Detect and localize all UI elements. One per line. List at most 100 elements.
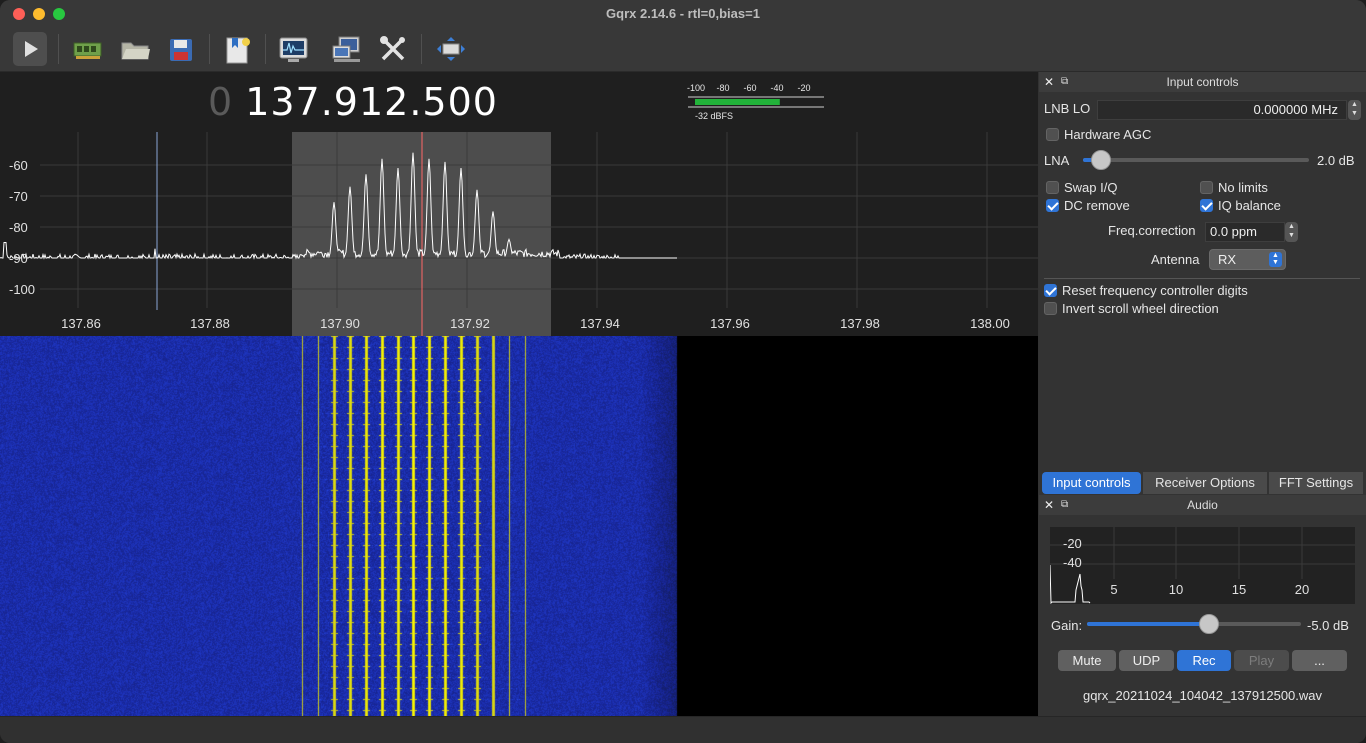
invert-scroll-label: Invert scroll wheel direction	[1062, 301, 1219, 316]
load-settings-button[interactable]	[118, 32, 152, 66]
tab-input-controls[interactable]: Input controls	[1042, 472, 1141, 494]
fullscreen-button[interactable]	[434, 32, 468, 66]
iq-balance-checkbox[interactable]	[1200, 199, 1213, 212]
bookmarks-button[interactable]	[220, 32, 254, 66]
start-dsp-button[interactable]	[13, 32, 47, 66]
meter-level-bar	[695, 99, 780, 105]
fft-icon	[279, 37, 308, 62]
audio-fft-plot: -20 -40 5 10 15 20	[1050, 527, 1355, 604]
fft-view-button[interactable]	[276, 32, 310, 66]
swap-iq-checkbox[interactable]	[1046, 181, 1059, 194]
spectrum-plot[interactable]: -60 -70 -80 -90 -100 137.86 137.88 137.90 137.9…	[0, 132, 1038, 336]
tab-fft-settings[interactable]: FFT Settings	[1269, 472, 1363, 494]
audio-header: ✕ ⧉ Audio	[1039, 495, 1366, 515]
recording-filename: gqrx_20211024_104042_137912500.wav	[1082, 688, 1323, 703]
settings-button[interactable]	[376, 32, 410, 66]
antenna-value: RX	[1218, 252, 1237, 267]
spectrum-y-tick: -60	[9, 158, 28, 173]
audio-x-tick: 5	[1110, 582, 1117, 597]
chevron-down-icon: ▲ ▼	[1269, 252, 1282, 267]
minimize-window-button[interactable]	[33, 8, 45, 20]
remote-control-icon	[332, 36, 360, 62]
spectrum-y-labels: -60 -70 -80 -90 -100	[9, 158, 35, 297]
spectrum-y-tick: -90	[9, 251, 28, 266]
antenna-label: Antenna	[1151, 252, 1200, 267]
play-button[interactable]: Play	[1234, 650, 1289, 671]
lna-gain-value: 2.0 dB	[1317, 153, 1355, 168]
play-icon	[25, 41, 38, 57]
no-limits-checkbox[interactable]	[1200, 181, 1213, 194]
no-limits-label: No limits	[1218, 180, 1268, 195]
lnb-lo-label: LNB LO	[1044, 101, 1091, 116]
settings-icon	[380, 36, 405, 61]
antenna-select[interactable]: RX ▲ ▼	[1209, 249, 1286, 270]
meter-readout: -32 dBFS	[695, 111, 733, 121]
audio-x-tick: 20	[1295, 582, 1309, 597]
signal-meter: -100-80-60-40-200 -32 dBFS	[687, 83, 824, 121]
frequency-value[interactable]: 137.912.500	[245, 80, 498, 124]
float-icon[interactable]: ⧉	[1061, 495, 1068, 515]
main-plot-area: 0137.912.500 -100-80-60-40-200 -32 dBFS …	[0, 72, 1038, 716]
spectrum-x-tick: 137.96	[710, 316, 750, 331]
meter-tick-label: -20	[797, 83, 810, 93]
waterfall-display[interactable]	[0, 336, 1038, 716]
freq-correction-input[interactable]: 0.0 ppm	[1205, 222, 1285, 242]
freq-correction-spinner[interactable]: ▲ ▼	[1285, 222, 1298, 242]
meter-tick-label: -80	[716, 83, 729, 93]
frequency-display[interactable]: 0 137.912.500	[208, 80, 498, 124]
audio-title: Audio	[1187, 498, 1218, 512]
tab-receiver-options[interactable]: Receiver Options	[1143, 472, 1267, 494]
toolbar	[0, 28, 1366, 72]
udp-button[interactable]: UDP	[1119, 650, 1174, 671]
window-title: Gqrx 2.14.6 - rtl=0,bias=1	[606, 6, 760, 21]
close-icon[interactable]: ✕	[1044, 495, 1054, 515]
invert-scroll-checkbox[interactable]	[1044, 302, 1057, 315]
meter-tick-label: -60	[743, 83, 756, 93]
audio-y-tick: -40	[1063, 555, 1082, 570]
hardware-agc-label: Hardware AGC	[1064, 127, 1152, 142]
maximize-window-button[interactable]	[53, 8, 65, 20]
reset-digits-label: Reset frequency controller digits	[1062, 283, 1248, 298]
input-controls-header: ✕ ⧉ Input controls	[1039, 72, 1366, 92]
right-dock: ✕ ⧉ Input controls LNB LO 0.000000 MHz ▲ ▼…	[1039, 72, 1366, 716]
record-button[interactable]: Rec	[1177, 650, 1231, 671]
bookmark-icon	[226, 37, 250, 64]
io-devices-button[interactable]	[70, 32, 104, 66]
audio-gain-slider-handle[interactable]	[1198, 614, 1219, 634]
divider	[1044, 278, 1360, 279]
hardware-icon	[73, 42, 102, 59]
spectrum-x-tick: 137.90	[320, 316, 360, 331]
spectrum-x-tick: 137.94	[580, 316, 620, 331]
save-settings-button[interactable]	[164, 32, 198, 66]
close-icon[interactable]: ✕	[1044, 72, 1054, 92]
remote-control-button[interactable]	[330, 32, 364, 66]
app-window: Gqrx 2.14.6 - rtl=0,bias=1 0 137.912.500…	[0, 0, 1366, 743]
lna-slider-handle[interactable]	[1091, 150, 1112, 170]
float-icon[interactable]: ⧉	[1061, 72, 1068, 92]
input-controls-title: Input controls	[1166, 75, 1239, 89]
spectrum-x-tick: 137.98	[840, 316, 880, 331]
lnb-lo-input[interactable]: 0.000000 MHz	[1097, 100, 1347, 120]
spectrum-x-tick: 137.92	[450, 316, 490, 331]
audio-gain-value: -5.0 dB	[1307, 618, 1349, 633]
hardware-agc-checkbox[interactable]	[1046, 128, 1059, 141]
swap-iq-label: Swap I/Q	[1064, 180, 1118, 195]
audio-x-tick: 10	[1169, 582, 1183, 597]
lna-slider-track[interactable]	[1083, 158, 1309, 162]
reset-digits-checkbox[interactable]	[1044, 284, 1057, 297]
spectrum-y-tick: -80	[9, 220, 28, 235]
audio-fft-trace	[1050, 564, 1091, 604]
title-bar: Gqrx 2.14.6 - rtl=0,bias=1	[0, 0, 1366, 28]
audio-options-button[interactable]: ...	[1292, 650, 1347, 671]
lnb-lo-spinner[interactable]: ▲ ▼	[1348, 100, 1361, 120]
dc-remove-checkbox[interactable]	[1046, 199, 1059, 212]
mute-button[interactable]: Mute	[1058, 650, 1116, 671]
audio-y-tick: -20	[1063, 536, 1082, 551]
frequency-prefix[interactable]: 0	[208, 80, 233, 124]
fullscreen-icon	[437, 37, 465, 61]
meter-tick-label: -100	[687, 83, 705, 93]
close-window-button[interactable]	[13, 8, 25, 20]
audio-gain-label: Gain:	[1051, 618, 1083, 633]
spectrum-y-tick: -100	[9, 282, 35, 297]
status-bar	[0, 716, 1366, 743]
